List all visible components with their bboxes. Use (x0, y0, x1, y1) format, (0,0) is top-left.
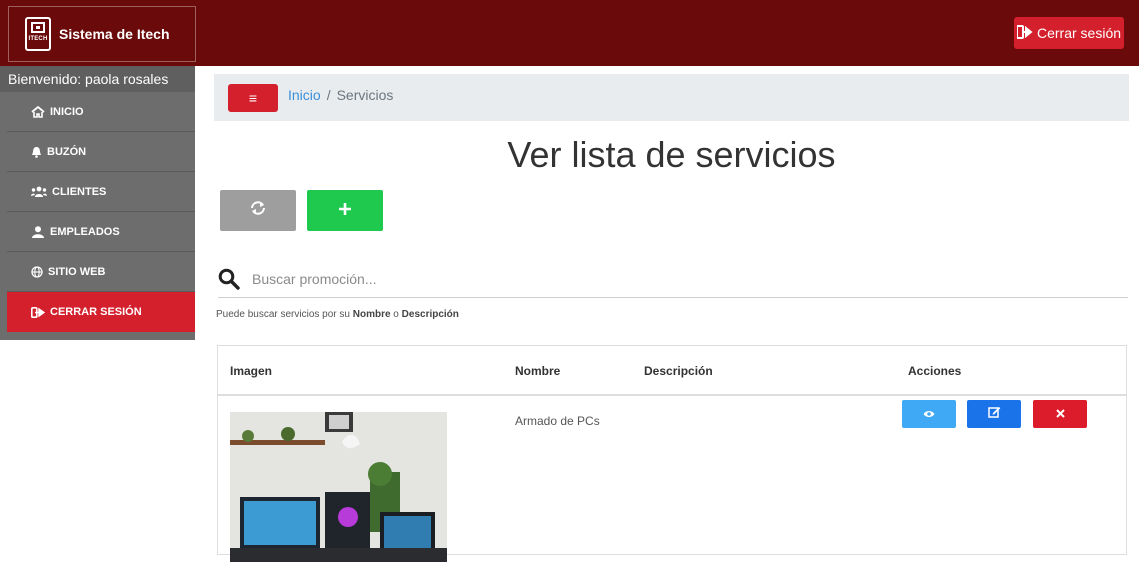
brand-title: Sistema de Itech (59, 26, 170, 42)
column-header-acciones: Acciones (908, 364, 962, 378)
top-navbar: ITECH Sistema de Itech Cerrar sesión (0, 0, 1139, 66)
column-header-imagen: Imagen (230, 364, 273, 378)
column-header-nombre: Nombre (515, 364, 561, 378)
users-icon (31, 186, 47, 197)
search-bar (218, 265, 1128, 298)
help-field-descripcion: Descripción (401, 309, 459, 320)
close-icon (1055, 405, 1065, 423)
sidebar-item-label: CLIENTES (52, 185, 107, 198)
breadcrumb-separator: / (326, 87, 331, 103)
brand[interactable]: ITECH Sistema de Itech (8, 6, 196, 62)
help-field-nombre: Nombre (352, 309, 391, 320)
user-icon (31, 225, 45, 238)
plus-icon (339, 202, 351, 220)
sidebar-item-clientes[interactable]: CLIENTES (7, 172, 195, 212)
page-title: Ver lista de servicios (507, 134, 836, 175)
refresh-icon (249, 200, 267, 221)
hamburger-icon: ≡ (248, 90, 258, 106)
search-help-text: Puede buscar servicios por su Nombre o D… (216, 309, 459, 320)
logout-label: Cerrar sesión (1036, 25, 1122, 41)
eye-icon (923, 405, 935, 423)
column-header-descripcion: Descripción (644, 364, 713, 378)
sidebar-item-sitio-web[interactable]: SITIO WEB (7, 252, 195, 292)
delete-button[interactable] (1033, 400, 1087, 428)
services-table: Imagen Nombre Descripción Acciones Armad… (217, 345, 1127, 562)
sidebar-item-empleados[interactable]: EMPLEADOS (7, 212, 195, 252)
breadcrumb-current: Servicios (336, 87, 394, 103)
sign-out-icon (31, 306, 45, 318)
breadcrumb-trail: Inicio / Servicios (288, 87, 393, 103)
sidebar-item-cerrar-sesion[interactable]: CERRAR SESIÓN (7, 292, 195, 332)
home-icon (31, 105, 45, 118)
sidebar-item-inicio[interactable]: INICIO (7, 92, 195, 132)
add-service-button[interactable] (307, 190, 383, 231)
cell-nombre: Armado de PCs (515, 414, 600, 428)
logout-button[interactable]: Cerrar sesión (1014, 17, 1124, 49)
welcome-text: Bienvenido: paola rosales (0, 66, 195, 92)
sidebar-item-label: INICIO (50, 105, 84, 118)
edit-icon (987, 405, 1001, 423)
service-image (230, 412, 447, 562)
sidebar: Bienvenido: paola rosales INICIO BUZÓN C… (0, 66, 195, 340)
sidebar-item-label: BUZÓN (47, 145, 87, 158)
breadcrumb: ≡ Inicio / Servicios (214, 74, 1129, 121)
sidebar-item-buzon[interactable]: BUZÓN (7, 132, 195, 172)
breadcrumb-home-link[interactable]: Inicio (288, 87, 321, 103)
globe-icon (31, 265, 43, 278)
refresh-button[interactable] (220, 190, 296, 231)
bell-icon (31, 146, 42, 158)
search-icon (218, 268, 240, 295)
help-connector: o (390, 309, 402, 320)
menu-toggle-button[interactable]: ≡ (228, 84, 278, 112)
sidebar-item-label: SITIO WEB (48, 265, 106, 278)
view-button[interactable] (902, 400, 956, 428)
itech-logo: ITECH (25, 17, 51, 51)
logo-text: ITECH (28, 36, 48, 42)
sidebar-item-label: CERRAR SESIÓN (50, 306, 142, 318)
search-input[interactable] (252, 271, 1112, 287)
help-prefix: Puede buscar servicios por su (216, 309, 353, 320)
sign-out-icon (1015, 24, 1033, 42)
sidebar-item-label: EMPLEADOS (50, 225, 120, 238)
table-header: Imagen Nombre Descripción Acciones (218, 346, 1126, 396)
edit-button[interactable] (967, 400, 1021, 428)
